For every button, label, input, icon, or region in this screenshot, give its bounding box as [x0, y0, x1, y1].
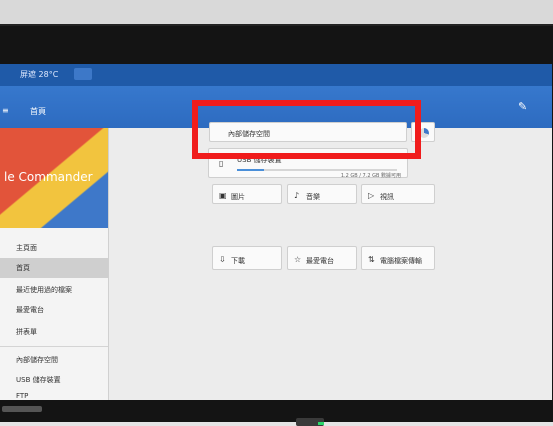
transfer-icon: ⇅ — [368, 255, 375, 264]
app-title: le Commander — [4, 170, 93, 184]
power-led — [318, 422, 324, 425]
sidebar-item-main[interactable]: 主頁面 — [0, 238, 108, 258]
usb-usage-bar — [237, 169, 397, 171]
favorites-label: 最愛電台 — [306, 257, 334, 265]
edit-icon[interactable]: ✎ — [518, 100, 530, 113]
wall-background — [0, 0, 553, 26]
music-icon: ♪ — [294, 191, 300, 200]
music-tile[interactable]: ♪ 音樂 — [287, 184, 357, 204]
music-label: 音樂 — [306, 193, 320, 201]
sidebar-item-internal[interactable]: 內部儲存空間 — [0, 350, 108, 370]
usb-drive-icon: ▯ — [219, 159, 224, 168]
red-highlight-box — [192, 100, 421, 159]
sidebar-item-favorites[interactable]: 最愛電台 — [0, 300, 108, 320]
monitor-bezel: 屏遮 28°C ≡ 首頁 ✎ le Commander 主頁面 首頁 最近使用過… — [0, 24, 553, 426]
sidebar-item-home[interactable]: 首頁 — [0, 258, 108, 278]
status-text: 屏遮 28°C — [20, 70, 59, 79]
pictures-tile[interactable]: ▣ 圖片 — [212, 184, 282, 204]
bezel-label — [2, 406, 42, 412]
status-chip — [74, 68, 92, 80]
downloads-label: 下載 — [231, 257, 245, 265]
sidebar-item-list[interactable]: 拼表單 — [0, 322, 108, 342]
videos-label: 視訊 — [380, 193, 394, 201]
transfer-label: 電腦檔案傳輸 — [380, 257, 422, 265]
menu-icon[interactable]: ≡ — [2, 106, 9, 115]
sidebar-item-usb[interactable]: USB 儲存裝置 — [0, 370, 108, 390]
videos-tile[interactable]: ▷ 視訊 — [361, 184, 435, 204]
sidebar: le Commander 主頁面 首頁 最近使用過的檔案 最愛電台 拼表單 內部… — [0, 128, 109, 400]
star-icon: ☆ — [294, 255, 302, 264]
transfer-tile[interactable]: ⇅ 電腦檔案傳輸 — [361, 246, 435, 270]
play-icon: ▷ — [368, 191, 375, 200]
page-title: 首頁 — [30, 107, 46, 116]
sidebar-divider — [0, 346, 108, 347]
usb-size-text: 1.2 GB / 7.2 GB 數據可用 — [340, 173, 401, 179]
download-icon: ⇩ — [219, 255, 226, 264]
status-bar: 屏遮 28°C — [0, 64, 552, 86]
main-content: 內部儲存空間 ▯ USB 儲存裝置 1.2 GB / 7.2 GB 數據可用 ▣… — [109, 122, 552, 400]
sidebar-item-ftp[interactable]: FTP — [0, 390, 108, 400]
app-banner: le Commander — [0, 128, 108, 228]
sidebar-item-recent[interactable]: 最近使用過的檔案 — [0, 280, 108, 300]
usb-usage-fill — [237, 169, 265, 171]
favorites-tile[interactable]: ☆ 最愛電台 — [287, 246, 357, 270]
pictures-label: 圖片 — [231, 193, 245, 201]
downloads-tile[interactable]: ⇩ 下載 — [212, 246, 282, 270]
image-icon: ▣ — [219, 191, 227, 200]
